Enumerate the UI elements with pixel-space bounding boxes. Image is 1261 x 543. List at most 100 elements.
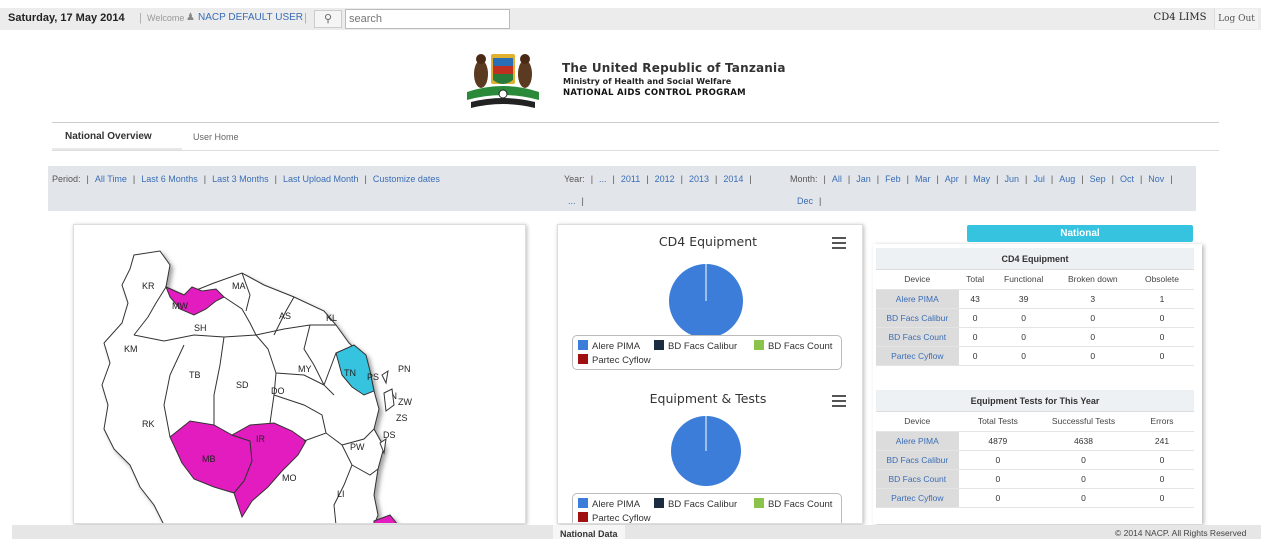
column-header: Functional: [991, 270, 1056, 290]
map-label-ds: DS: [383, 430, 396, 440]
username-link[interactable]: NACP DEFAULT USER: [198, 12, 303, 23]
legend-item-partec-cyflow[interactable]: Partec Cyflow: [578, 354, 651, 366]
tab-user-home[interactable]: User Home: [193, 132, 239, 142]
column-header: Errors: [1129, 412, 1194, 432]
year-2013[interactable]: 2013: [689, 174, 709, 184]
search-button[interactable]: ⚲: [314, 10, 342, 28]
table-cell: 0: [1037, 469, 1130, 489]
equipment-tests-legend: Alere PIMA BD Facs Calibur BD Facs Count…: [572, 493, 842, 523]
map-label-km: KM: [124, 344, 138, 354]
device-link[interactable]: Partec Cyflow: [876, 346, 959, 366]
period-label: Period:: [52, 174, 81, 184]
period-filter: Period: | All Time | Last 6 Months | Last 3 Mo…: [52, 174, 440, 184]
year-2011[interactable]: 2011: [621, 174, 640, 184]
search-input[interactable]: [345, 9, 510, 29]
month-sep[interactable]: Sep: [1090, 174, 1106, 184]
month-nov[interactable]: Nov: [1148, 174, 1164, 184]
legend-swatch: [754, 340, 764, 350]
device-link[interactable]: BD Facs Count: [876, 469, 959, 489]
year-next[interactable]: ...: [568, 196, 576, 206]
program-name: NATIONAL AIDS CONTROL PROGRAM: [563, 88, 746, 98]
legend-item-alere-pima[interactable]: Alere PIMA: [578, 498, 640, 510]
table-cell: 0: [958, 469, 1038, 489]
app-name: CD4 LIMS: [1153, 12, 1207, 23]
period-last-upload-month[interactable]: Last Upload Month: [283, 174, 359, 184]
table-cell: 0: [958, 488, 1038, 508]
national-badge[interactable]: National: [967, 225, 1193, 242]
column-header: Total Tests: [958, 412, 1038, 432]
month-aug[interactable]: Aug: [1059, 174, 1075, 184]
device-link[interactable]: Alere PIMA: [876, 289, 959, 309]
table-row: BD Facs Count 0 0 0: [876, 469, 1194, 489]
tab-national-overview[interactable]: National Overview: [65, 131, 152, 142]
footer-tab-national-data[interactable]: National Data: [553, 525, 625, 539]
legend-swatch: [578, 512, 588, 522]
map-label-rk: RK: [142, 419, 155, 429]
divider: [52, 122, 1219, 123]
chart-menu-icon[interactable]: [832, 395, 846, 407]
table-row: Alere PIMA 43 39 3 1: [876, 289, 1194, 309]
month-mar[interactable]: Mar: [915, 174, 931, 184]
table-cell: 0: [1129, 327, 1194, 347]
island-zanzibar: [383, 388, 395, 412]
logout-button[interactable]: Log Out: [1214, 9, 1258, 29]
column-header: Obsolete: [1129, 270, 1194, 290]
device-link[interactable]: BD Facs Calibur: [876, 308, 959, 328]
device-link[interactable]: BD Facs Count: [876, 327, 959, 347]
period-customize-dates[interactable]: Customize dates: [373, 174, 440, 184]
legend-swatch: [654, 498, 664, 508]
month-apr[interactable]: Apr: [945, 174, 959, 184]
month-jul[interactable]: Jul: [1033, 174, 1045, 184]
month-may[interactable]: May: [973, 174, 990, 184]
month-jun[interactable]: Jun: [1005, 174, 1020, 184]
table-cell: 0: [1129, 488, 1194, 508]
table-row: BD Facs Count 0 0 0 0: [876, 327, 1194, 347]
table-cell: 0: [991, 327, 1056, 347]
month-dec[interactable]: Dec: [797, 196, 813, 206]
equipment-tests-pie-chart: [671, 416, 741, 486]
period-all-time[interactable]: All Time: [95, 174, 127, 184]
legend-item-bd-facs-count[interactable]: BD Facs Count: [754, 498, 832, 510]
equipment-header-row: Device Total Functional Broken down Obsolete: [876, 270, 1194, 290]
cd4-equipment-table-title: CD4 Equipment: [876, 248, 1194, 270]
map-label-ps: PS: [367, 372, 379, 382]
map-label-ir: IR: [256, 434, 266, 444]
map-label-ma: MA: [232, 281, 246, 291]
table-cell: 4879: [958, 431, 1038, 451]
chart-menu-icon[interactable]: [832, 237, 846, 249]
device-link[interactable]: Alere PIMA: [876, 431, 959, 451]
year-2014[interactable]: 2014: [723, 174, 743, 184]
device-link[interactable]: Partec Cyflow: [876, 488, 959, 508]
month-oct[interactable]: Oct: [1120, 174, 1134, 184]
search-icon: ⚲: [323, 13, 333, 25]
table-cell: 0: [958, 450, 1038, 470]
separator: |: [139, 12, 142, 24]
map-label-mo: MO: [282, 473, 297, 483]
year-prev[interactable]: ...: [599, 174, 607, 184]
table-cell: 0: [1055, 346, 1130, 366]
year-2012[interactable]: 2012: [655, 174, 675, 184]
month-jan[interactable]: Jan: [856, 174, 871, 184]
legend-item-bd-facs-calibur[interactable]: BD Facs Calibur: [654, 340, 737, 352]
period-last-3-months[interactable]: Last 3 Months: [212, 174, 269, 184]
table-cell: 3: [1055, 289, 1130, 309]
period-last-6-months[interactable]: Last 6 Months: [141, 174, 198, 184]
table-row: BD Facs Calibur 0 0 0 0: [876, 308, 1194, 328]
filter-bar: [48, 166, 1196, 211]
country-title: The United Republic of Tanzania: [562, 61, 786, 75]
legend-item-bd-facs-calibur[interactable]: BD Facs Calibur: [654, 498, 737, 510]
map-label-pw: PW: [350, 442, 365, 452]
table-cell: 4638: [1037, 431, 1130, 451]
device-link[interactable]: BD Facs Calibur: [876, 450, 959, 470]
legend-item-partec-cyflow[interactable]: Partec Cyflow: [578, 512, 651, 523]
legend-swatch: [754, 498, 764, 508]
month-feb[interactable]: Feb: [885, 174, 901, 184]
legend-item-bd-facs-count[interactable]: BD Facs Count: [754, 340, 832, 352]
separator: |: [304, 12, 307, 24]
map-label-mw: MW: [172, 301, 188, 311]
cd4-equipment-pie-chart: [669, 264, 743, 338]
month-all[interactable]: All: [832, 174, 842, 184]
table-row: Alere PIMA 4879 4638 241: [876, 431, 1194, 451]
legend-item-alere-pima[interactable]: Alere PIMA: [578, 340, 640, 352]
column-header: Device: [876, 270, 959, 290]
